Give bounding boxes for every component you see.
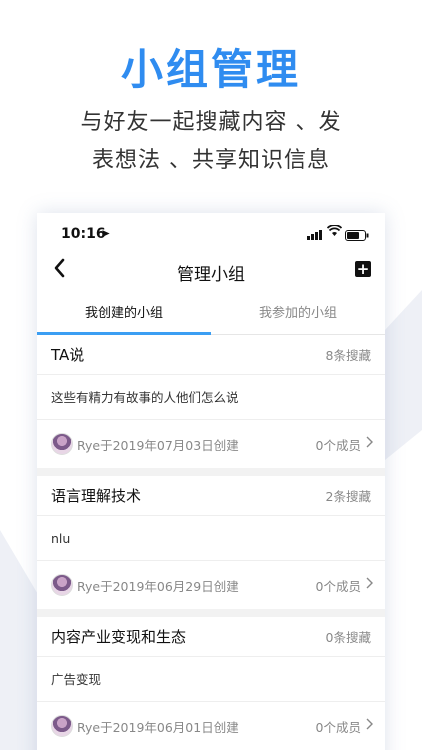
avatar xyxy=(51,433,73,455)
group-save-count: 8条搜藏 xyxy=(325,348,371,363)
nav-title: 管理小组 xyxy=(177,265,245,285)
group-creator: Rye于2019年06月01日创建 xyxy=(77,719,239,735)
phone-screen: 10:16 ➤ 管理小组 + 我创建的小组 我参加的小组 TA说 8条搜藏 这些… xyxy=(37,213,385,750)
promo-subtitle-line2: 表想法 、共享知识信息 xyxy=(92,148,330,173)
group-header: 语言理解技术 2条搜藏 xyxy=(37,476,385,516)
group-creator: Rye于2019年07月03日创建 xyxy=(77,437,239,453)
group-members-link[interactable]: 0个成员 xyxy=(316,717,361,736)
group-tabs: 我创建的小组 我参加的小组 xyxy=(37,293,385,335)
group-members-link[interactable]: 0个成员 xyxy=(316,576,361,595)
battery-icon xyxy=(345,229,369,245)
group-name: 语言理解技术 xyxy=(51,487,142,505)
status-bar: 10:16 ➤ xyxy=(37,213,385,253)
chevron-right-icon[interactable] xyxy=(365,718,373,734)
group-description: nlu xyxy=(37,516,385,561)
group-card[interactable]: 语言理解技术 2条搜藏 nlu Rye于2019年06月29日创建 0个成员 xyxy=(37,476,385,609)
plus-square-icon[interactable]: + xyxy=(355,261,371,277)
group-footer: Rye于2019年07月03日创建 0个成员 xyxy=(37,420,385,468)
group-name: 内容产业变现和生态 xyxy=(51,628,187,646)
group-save-count: 2条搜藏 xyxy=(325,489,371,504)
group-header: TA说 8条搜藏 xyxy=(37,335,385,375)
tab-created-groups[interactable]: 我创建的小组 xyxy=(37,293,211,334)
group-header: 内容产业变现和生态 0条搜藏 xyxy=(37,617,385,657)
group-footer: Rye于2019年06月29日创建 0个成员 xyxy=(37,561,385,609)
chevron-right-icon[interactable] xyxy=(365,436,373,452)
avatar xyxy=(51,715,73,737)
avatar xyxy=(51,574,73,596)
promo-title: 小组管理 xyxy=(120,45,301,94)
group-description: 广告变现 xyxy=(37,657,385,702)
group-members-link[interactable]: 0个成员 xyxy=(316,435,361,454)
status-time: 10:16 xyxy=(61,226,106,242)
promo-subtitle-line1: 与好友一起搜藏内容 、发 xyxy=(80,110,342,135)
group-footer: Rye于2019年06月01日创建 0个成员 xyxy=(37,702,385,750)
promo-subtitle: 与好友一起搜藏内容 、发 表想法 、共享知识信息 xyxy=(0,104,422,180)
group-list: TA说 8条搜藏 这些有精力有故事的人他们怎么说 Rye于2019年07月03日… xyxy=(37,335,385,750)
active-tab-indicator xyxy=(37,332,211,335)
group-card[interactable]: 内容产业变现和生态 0条搜藏 广告变现 Rye于2019年06月01日创建 0个… xyxy=(37,617,385,750)
group-creator: Rye于2019年06月29日创建 xyxy=(77,578,239,594)
group-name: TA说 xyxy=(51,346,85,364)
group-description: 这些有精力有故事的人他们怎么说 xyxy=(37,375,385,420)
chevron-right-icon[interactable] xyxy=(365,577,373,593)
location-arrow-icon: ➤ xyxy=(101,227,111,240)
tab-joined-groups[interactable]: 我参加的小组 xyxy=(211,293,385,334)
group-card[interactable]: TA说 8条搜藏 这些有精力有故事的人他们怎么说 Rye于2019年07月03日… xyxy=(37,335,385,468)
signal-icon xyxy=(307,228,323,244)
nav-bar: 管理小组 + xyxy=(37,253,385,293)
group-save-count: 0条搜藏 xyxy=(325,630,371,645)
wifi-icon xyxy=(326,224,343,241)
